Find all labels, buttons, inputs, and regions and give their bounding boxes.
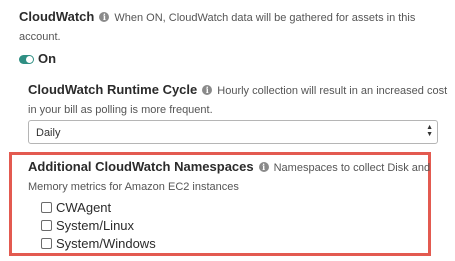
cloudwatch-title: CloudWatch xyxy=(19,9,95,24)
select-value: Daily xyxy=(36,127,61,139)
checkbox[interactable] xyxy=(41,201,52,213)
info-icon[interactable]: i xyxy=(258,162,269,172)
info-icon[interactable]: i xyxy=(99,12,110,22)
checkbox-label: CWAgent xyxy=(56,199,112,215)
toggle-switch-icon[interactable] xyxy=(19,54,34,64)
checkbox-label: System/Linux xyxy=(56,217,135,233)
namespaces-title: Additional CloudWatch Namespaces xyxy=(28,159,254,174)
namespaces-section: Additional CloudWatch Namespaces i Namespa… xyxy=(28,157,431,197)
checkbox-label: System/Windows xyxy=(56,235,156,251)
namespaces-description: Namespaces to collect Disk and xyxy=(273,162,431,174)
up-down-arrows-icon: ▲ ▼ xyxy=(426,124,433,138)
cloudwatch-toggle[interactable]: On xyxy=(19,51,439,67)
checkbox-option-cwagent[interactable]: CWAgent xyxy=(41,198,156,216)
checkbox-option-system-windows[interactable]: System/Windows xyxy=(41,234,156,252)
cloudwatch-section: CloudWatch i When ON, CloudWatch data will… xyxy=(19,7,439,67)
checkbox-option-system-linux[interactable]: System/Linux xyxy=(41,216,156,234)
namespaces-description-cont: Memory metrics for Amazon EC2 instances xyxy=(28,181,239,193)
checkbox[interactable] xyxy=(41,219,52,231)
checkbox[interactable] xyxy=(41,237,52,249)
cloudwatch-description-cont: account. xyxy=(19,31,61,43)
info-icon[interactable]: i xyxy=(202,85,213,95)
runtime-cycle-title: CloudWatch Runtime Cycle xyxy=(28,82,198,97)
runtime-cycle-description: Hourly collection will result in an incr… xyxy=(217,85,448,97)
cloudwatch-description: When ON, CloudWatch data will be gathere… xyxy=(114,12,416,24)
runtime-cycle-select[interactable]: Daily ▲ ▼ xyxy=(28,120,438,144)
toggle-label: On xyxy=(38,51,57,66)
runtime-cycle-description-cont: in your bill as polling is more frequent… xyxy=(28,104,213,116)
namespaces-options: CWAgent System/Linux System/Windows xyxy=(41,198,156,252)
runtime-cycle-section: CloudWatch Runtime Cycle i Hourly collecti… xyxy=(28,80,447,120)
